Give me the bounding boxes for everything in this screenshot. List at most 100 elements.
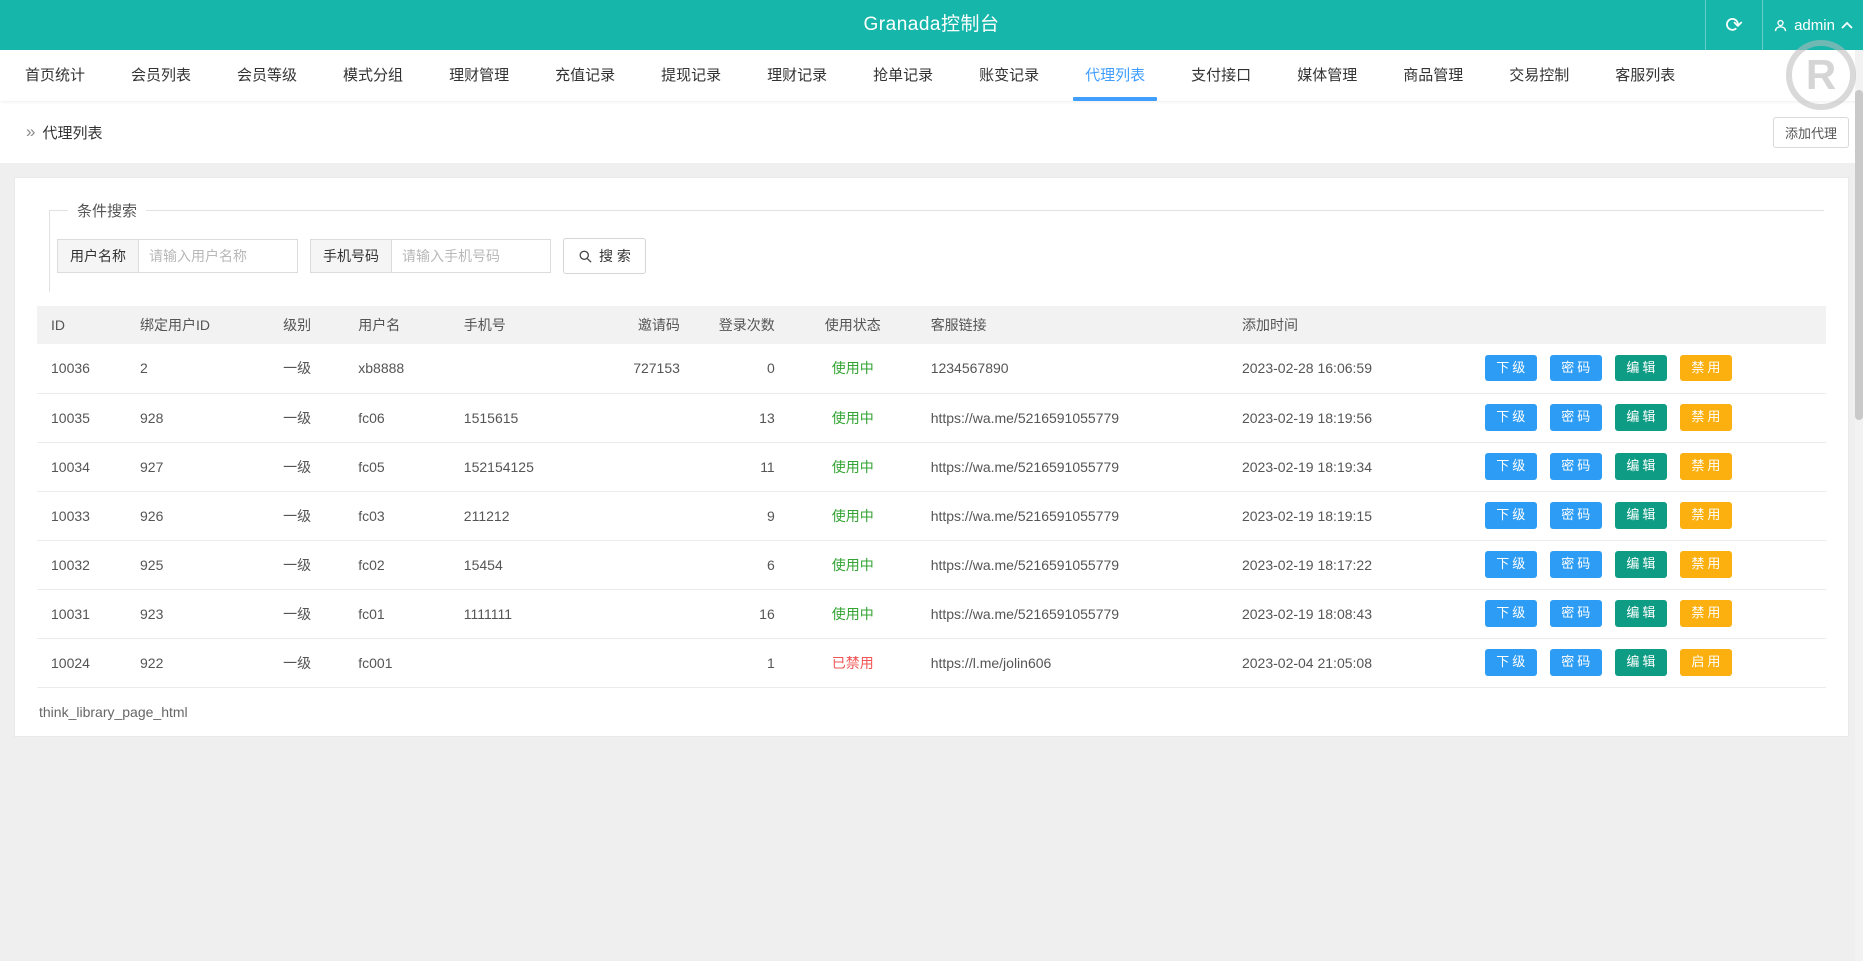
cell-invite-code	[583, 442, 690, 491]
sub-agent-button[interactable]: 下级	[1485, 600, 1537, 626]
cell-invite-code	[583, 540, 690, 589]
nav-item-4[interactable]: 模式分组	[320, 50, 426, 101]
sub-agent-button[interactable]: 下级	[1485, 502, 1537, 528]
sub-agent-button[interactable]: 下级	[1485, 355, 1537, 381]
toggle-status-button[interactable]: 禁用	[1680, 502, 1732, 528]
nav-item-14[interactable]: 商品管理	[1380, 50, 1486, 101]
breadcrumb: » 代理列表	[26, 122, 102, 143]
add-agent-button[interactable]: 添加代理	[1773, 117, 1849, 148]
nav-item-1[interactable]: 首页统计	[2, 50, 108, 101]
cell-service-link: https://wa.me/5216591055779	[921, 589, 1232, 638]
edit-button[interactable]: 编辑	[1615, 551, 1667, 577]
nav-item-6[interactable]: 充值记录	[532, 50, 638, 101]
cell-id: 10034	[37, 442, 130, 491]
nav-item-2[interactable]: 会员列表	[108, 50, 214, 101]
agents-table: ID绑定用户ID级别用户名手机号邀请码登录次数使用状态客服链接添加时间 1003…	[37, 306, 1826, 688]
nav-item-7[interactable]: 提现记录	[638, 50, 744, 101]
cell-status: 使用中	[785, 393, 921, 442]
toggle-status-button[interactable]: 禁用	[1680, 551, 1732, 577]
cell-status: 已禁用	[785, 638, 921, 687]
edit-button[interactable]: 编辑	[1615, 649, 1667, 675]
user-name: admin	[1794, 17, 1835, 34]
phone-input[interactable]	[391, 239, 551, 273]
edit-button[interactable]: 编辑	[1615, 404, 1667, 430]
sub-agent-button[interactable]: 下级	[1485, 453, 1537, 479]
nav-item-9[interactable]: 抢单记录	[850, 50, 956, 101]
column-header-8: 使用状态	[785, 306, 921, 344]
nav-item-11[interactable]: 代理列表	[1062, 50, 1168, 101]
cell-username: fc001	[348, 638, 454, 687]
cell-actions: 下级密码编辑禁用	[1475, 393, 1826, 442]
phone-field-label: 手机号码	[310, 239, 391, 273]
nav-item-5[interactable]: 理财管理	[426, 50, 532, 101]
toggle-status-button[interactable]: 禁用	[1680, 355, 1732, 381]
sub-agent-button[interactable]: 下级	[1485, 649, 1537, 675]
password-button[interactable]: 密码	[1550, 355, 1602, 381]
edit-button[interactable]: 编辑	[1615, 453, 1667, 479]
refresh-button[interactable]: ⟳	[1705, 0, 1763, 50]
cell-bind-user-id: 928	[130, 393, 273, 442]
table-row: 10034927一级fc0515215412511使用中https://wa.m…	[37, 442, 1826, 491]
username-input[interactable]	[138, 239, 298, 273]
cell-actions: 下级密码编辑禁用	[1475, 442, 1826, 491]
page-footer-note: think_library_page_html	[39, 704, 1826, 720]
toggle-status-button[interactable]: 禁用	[1680, 453, 1732, 479]
table-row: 10032925一级fc02154546使用中https://wa.me/521…	[37, 540, 1826, 589]
password-button[interactable]: 密码	[1550, 600, 1602, 626]
table-row: 10031923一级fc01111111116使用中https://wa.me/…	[37, 589, 1826, 638]
cell-invite-code	[583, 491, 690, 540]
column-header-5: 手机号	[454, 306, 583, 344]
column-header-6: 邀请码	[583, 306, 690, 344]
nav-item-12[interactable]: 支付接口	[1168, 50, 1274, 101]
toggle-status-button[interactable]: 禁用	[1680, 600, 1732, 626]
user-menu[interactable]: admin	[1763, 0, 1863, 50]
cell-service-link: https://wa.me/5216591055779	[921, 442, 1232, 491]
sub-agent-button[interactable]: 下级	[1485, 404, 1537, 430]
cell-level: 一级	[273, 540, 348, 589]
search-button[interactable]: 搜 索	[563, 238, 646, 274]
status-badge: 使用中	[832, 508, 874, 524]
password-button[interactable]: 密码	[1550, 649, 1602, 675]
column-header-7: 登录次数	[690, 306, 785, 344]
search-panel-legend: 条件搜索	[68, 200, 146, 221]
cell-status: 使用中	[785, 589, 921, 638]
cell-created-at: 2023-02-19 18:19:56	[1232, 393, 1475, 442]
nav-item-8[interactable]: 理财记录	[744, 50, 850, 101]
nav-item-3[interactable]: 会员等级	[214, 50, 320, 101]
cell-level: 一级	[273, 638, 348, 687]
refresh-icon: ⟳	[1725, 13, 1743, 38]
password-button[interactable]: 密码	[1550, 453, 1602, 479]
password-button[interactable]: 密码	[1550, 551, 1602, 577]
edit-button[interactable]: 编辑	[1615, 502, 1667, 528]
page-scrollbar[interactable]	[1855, 50, 1863, 961]
cell-phone: 1111111	[454, 589, 583, 638]
edit-button[interactable]: 编辑	[1615, 600, 1667, 626]
cell-bind-user-id: 922	[130, 638, 273, 687]
status-badge: 已禁用	[832, 655, 874, 671]
password-button[interactable]: 密码	[1550, 502, 1602, 528]
cell-id: 10036	[37, 344, 130, 393]
main-nav: 首页统计会员列表会员等级模式分组理财管理充值记录提现记录理财记录抢单记录账变记录…	[0, 50, 1863, 101]
cell-username: xb8888	[348, 344, 454, 393]
sub-agent-button[interactable]: 下级	[1485, 551, 1537, 577]
password-button[interactable]: 密码	[1550, 404, 1602, 430]
nav-item-16[interactable]: 客服列表	[1592, 50, 1698, 101]
cell-invite-code	[583, 393, 690, 442]
cell-phone: 211212	[454, 491, 583, 540]
cell-actions: 下级密码编辑禁用	[1475, 589, 1826, 638]
edit-button[interactable]: 编辑	[1615, 355, 1667, 381]
cell-phone	[454, 344, 583, 393]
scrollbar-thumb[interactable]	[1855, 90, 1863, 420]
cell-level: 一级	[273, 344, 348, 393]
toggle-status-button[interactable]: 启用	[1680, 649, 1732, 675]
cell-login-count: 11	[690, 442, 785, 491]
cell-bind-user-id: 927	[130, 442, 273, 491]
cell-id: 10035	[37, 393, 130, 442]
cell-id: 10024	[37, 638, 130, 687]
nav-item-13[interactable]: 媒体管理	[1274, 50, 1380, 101]
cell-invite-code	[583, 638, 690, 687]
nav-item-15[interactable]: 交易控制	[1486, 50, 1592, 101]
cell-created-at: 2023-02-19 18:19:15	[1232, 491, 1475, 540]
nav-item-10[interactable]: 账变记录	[956, 50, 1062, 101]
toggle-status-button[interactable]: 禁用	[1680, 404, 1732, 430]
